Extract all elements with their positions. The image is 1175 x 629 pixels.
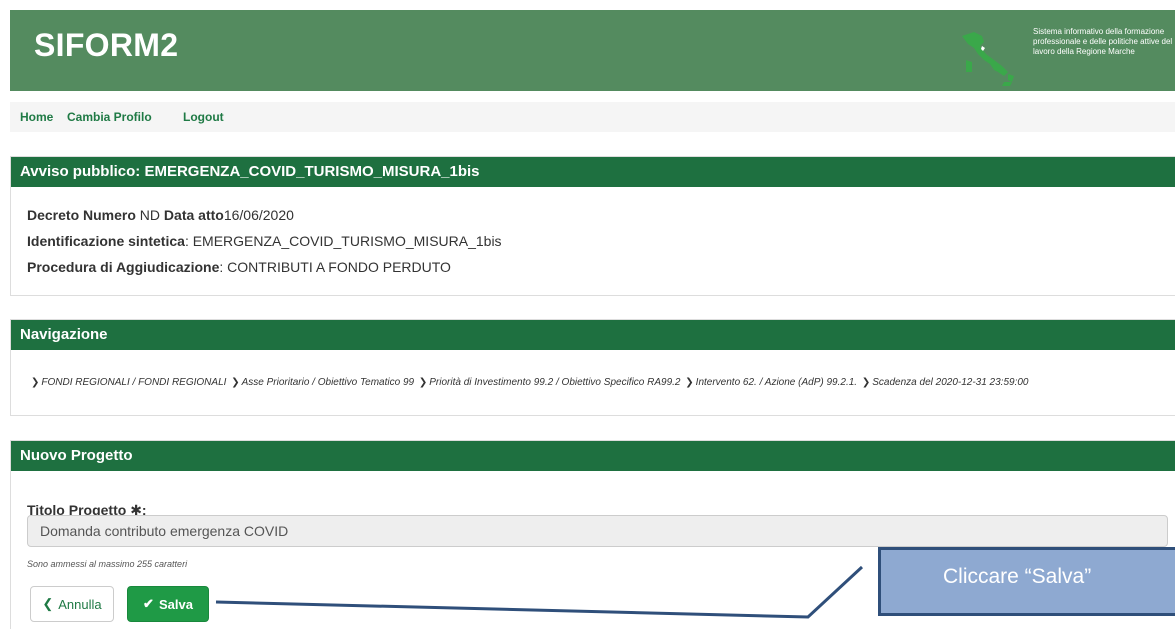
navigazione-panel-title: Navigazione <box>11 320 1175 350</box>
decreto-value: ND <box>135 207 164 223</box>
app-header: SIFORM2 Sistema informativo della formaz… <box>10 10 1175 91</box>
nuovo-progetto-panel-title: Nuovo Progetto <box>11 441 1175 471</box>
identificazione-label: Identificazione sintetica <box>27 233 185 249</box>
breadcrumb-item: Scadenza del 2020-12-31 23:59:00 <box>872 377 1029 388</box>
chevron-right-icon: ❯ <box>418 377 428 388</box>
chevron-left-icon: ❮ <box>42 596 54 611</box>
top-nav: Home Cambia Profilo Logout <box>10 102 1175 132</box>
chevron-right-icon: ❯ <box>231 377 240 388</box>
identificazione-value: : EMERGENZA_COVID_TURISMO_MISURA_1bis <box>184 233 502 249</box>
avviso-panel-title: Avviso pubblico: EMERGENZA_COVID_TURISMO… <box>11 157 1175 187</box>
instruction-callout: Cliccare “Salva” <box>878 547 1175 616</box>
breadcrumb-item: Asse Prioritario / Obiettivo Tematico 99 <box>241 377 415 388</box>
nav-cambia-profilo-link[interactable]: Cambia Profilo <box>67 110 152 124</box>
data-atto-value: 16/06/2020 <box>223 207 294 223</box>
header-tagline: Sistema informativo della formazione pro… <box>1033 27 1173 56</box>
salva-button-label: Salva <box>158 596 193 612</box>
annulla-button-label: Annulla <box>58 596 102 612</box>
nav-logout-link[interactable]: Logout <box>183 110 224 124</box>
identificazione-row: Identificazione sintetica: EMERGENZA_COV… <box>27 233 502 249</box>
brand-title: SIFORM2 <box>34 27 179 63</box>
navigazione-panel: Navigazione ❯ FONDI REGIONALI / FONDI REG… <box>10 319 1175 416</box>
decreto-label: Decreto Numero <box>27 207 136 223</box>
chevron-right-icon: ❯ <box>861 377 871 388</box>
procedura-label: Procedura di Aggiudicazione <box>27 259 220 275</box>
titolo-progetto-input[interactable] <box>27 515 1168 547</box>
decreto-row: Decreto Numero ND Data atto16/06/2020 <box>27 207 294 223</box>
breadcrumb-item: Intervento 62. / Azione (AdP) 99.2.1. <box>695 377 858 388</box>
breadcrumb-item: FONDI REGIONALI / FONDI REGIONALI <box>41 377 227 388</box>
annulla-button[interactable]: ❮ Annulla <box>30 586 114 622</box>
max-length-hint: Sono ammessi al massimo 255 caratteri <box>27 559 188 569</box>
nav-home-link[interactable]: Home <box>20 110 53 124</box>
italy-map-icon <box>962 32 1014 86</box>
data-atto-label: Data atto <box>163 207 224 223</box>
breadcrumb-item: Priorità di Investimento 99.2 / Obiettiv… <box>429 377 681 388</box>
chevron-right-icon: ❯ <box>685 377 694 388</box>
salva-button[interactable]: ✔ Salva <box>127 586 209 622</box>
procedura-value: : CONTRIBUTI A FONDO PERDUTO <box>219 259 451 275</box>
check-icon: ✔ <box>143 596 154 611</box>
chevron-right-icon: ❯ <box>31 377 40 388</box>
avviso-panel: Avviso pubblico: EMERGENZA_COVID_TURISMO… <box>10 156 1175 296</box>
procedura-row: Procedura di Aggiudicazione: CONTRIBUTI … <box>27 259 451 275</box>
breadcrumb: ❯ FONDI REGIONALI / FONDI REGIONALI ❯ Asse… <box>29 377 1029 388</box>
